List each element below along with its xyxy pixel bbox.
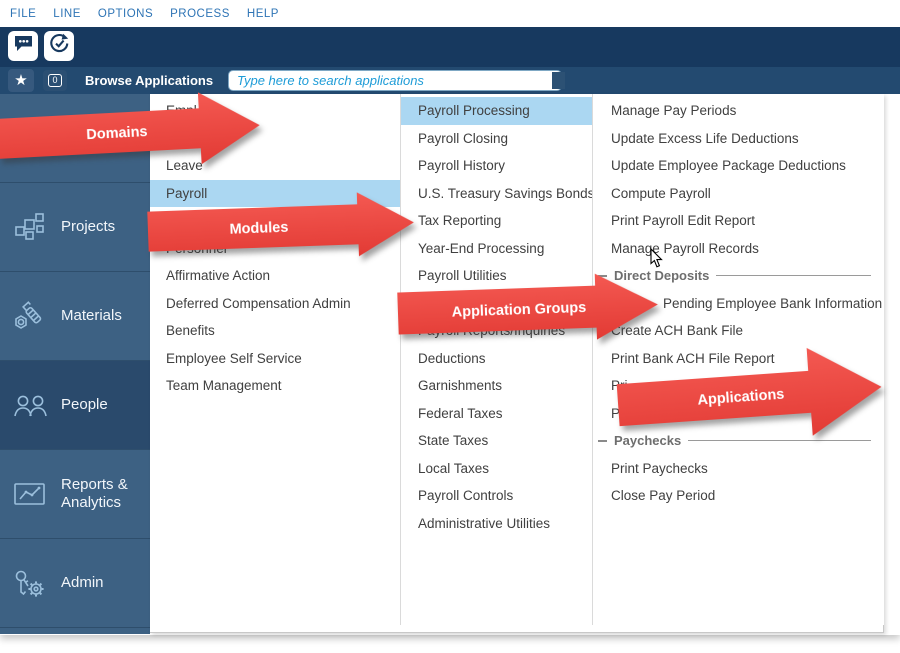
reports-icon [13, 479, 49, 509]
sidebar-item-people[interactable]: People [0, 361, 150, 450]
app-group-item-deductions[interactable]: Deductions [401, 345, 592, 373]
separator-line [716, 275, 871, 276]
calculator-glyph: ×|= [13, 138, 38, 153]
sidebar-item-admin[interactable]: Admin [0, 539, 150, 628]
group-separator-direct-deposits: Direct Deposits [593, 262, 884, 290]
app-group-item-garnishments[interactable]: Garnishments [401, 372, 592, 400]
module-item-empl[interactable]: Empl [150, 97, 400, 125]
app-group-item-administrative-utilities[interactable]: Administrative Utilities [401, 510, 592, 538]
app-group-item-payroll-reports-inquiries[interactable]: Payroll Reports/Inquiries [401, 317, 592, 345]
projects-icon [13, 211, 49, 243]
menu-file[interactable]: FILE [10, 8, 36, 20]
separator-line [688, 440, 871, 441]
application-item-compute-payroll[interactable]: Compute Payroll [593, 180, 884, 208]
module-item-payroll[interactable]: Payroll [150, 180, 400, 208]
browse-menu-panel: Empl LeavePayroll PersonnelAffirmative Act… [150, 94, 884, 633]
menu-process[interactable]: PROCESS [170, 8, 230, 20]
application-item-print-payment-adv[interactable]: Print Payment Adv [593, 400, 884, 428]
application-item-update-excess-life-deductions[interactable]: Update Excess Life Deductions [593, 125, 884, 153]
browse-applications-label: Browse Applications [85, 67, 213, 94]
application-item-create-ach-bank-file[interactable]: Create ACH Bank File [593, 317, 884, 345]
app-group-item-payroll-controls[interactable]: Payroll Controls [401, 482, 592, 510]
people-icon [13, 390, 49, 420]
module-item-leave[interactable]: Leave [150, 152, 400, 180]
modules-column: Empl LeavePayroll PersonnelAffirmative Act… [150, 94, 400, 625]
calculator-icon: ×|= [13, 124, 49, 153]
module-item-hidden [150, 125, 400, 153]
application-item-print-bank-ach-file-report[interactable]: Print Bank ACH File Report [593, 345, 884, 373]
toolbar [0, 27, 900, 67]
menu-options[interactable]: OPTIONS [98, 8, 153, 20]
module-item-deferred-compensation-admin[interactable]: Deferred Compensation Admin [150, 290, 400, 318]
top-menu-bar: FILE LINE OPTIONS PROCESS HELP [0, 0, 900, 27]
module-item-personnel[interactable]: Personnel [150, 235, 400, 263]
app-group-item-state-taxes[interactable]: State Taxes [401, 427, 592, 455]
application-item-manage-payroll-records[interactable]: Manage Payroll Records [593, 235, 884, 263]
sidebar-item-reports-analytics[interactable]: Reports & Analytics [0, 450, 150, 539]
module-item-employee-self-service[interactable]: Employee Self Service [150, 345, 400, 373]
sidebar-item-label: Projects [61, 218, 150, 236]
separator-dash [598, 440, 607, 442]
sidebar-item-label: Reports & Analytics [61, 476, 150, 512]
separator-label: Direct Deposits [614, 268, 709, 283]
separator-label: Paychecks [614, 433, 681, 448]
separator-dash [598, 275, 607, 277]
module-item-benefits[interactable]: Benefits [150, 317, 400, 345]
app-group-item-payroll-history[interactable]: Payroll History [401, 152, 592, 180]
open-tabs-button[interactable]: 0 [43, 70, 67, 91]
sidebar-item-label: Materials [61, 307, 150, 325]
app-group-item-payroll-closing[interactable]: Payroll Closing [401, 125, 592, 153]
sidebar-item-label: Admin [61, 574, 150, 592]
sidebar-item-hidden[interactable]: ×|= [0, 94, 150, 183]
app-group-item-u-s-treasury-savings-bonds[interactable]: U.S. Treasury Savings Bonds [401, 180, 592, 208]
module-item-team-management[interactable]: Team Management [150, 372, 400, 400]
tab-count-badge: 0 [48, 74, 62, 87]
chat-button[interactable] [8, 31, 38, 61]
application-bar: ★ 0 Browse Applications [0, 67, 900, 94]
application-item-update-employee-package-deductions[interactable]: Update Employee Package Deductions [593, 152, 884, 180]
module-item-affirmative-action[interactable]: Affirmative Action [150, 262, 400, 290]
app-group-item-federal-taxes[interactable]: Federal Taxes [401, 400, 592, 428]
application-window: FILE LINE OPTIONS PROCESS HELP ★ 0 Browse Ap… [0, 0, 900, 635]
menu-help[interactable]: HELP [247, 8, 279, 20]
sidebar-item-projects[interactable]: Projects [0, 183, 150, 272]
star-icon: ★ [14, 72, 27, 89]
refresh-check-icon [49, 33, 70, 59]
search-applications-input[interactable] [228, 70, 562, 91]
application-groups-column: Payroll ProcessingPayroll ClosingPayroll… [400, 94, 592, 625]
domain-sidebar: ×|= Projects Materials People Reports & Anal… [0, 94, 150, 634]
applications-column: Manage Pay PeriodsUpdate Excess Life Ded… [592, 94, 884, 625]
sidebar-item-materials[interactable]: Materials [0, 272, 150, 361]
application-item-close-pay-period[interactable]: Close Pay Period [593, 482, 884, 510]
app-group-item-local-taxes[interactable]: Local Taxes [401, 455, 592, 483]
application-item-print-paychecks[interactable]: Print Paychecks [593, 455, 884, 483]
app-group-item-payroll-processing[interactable]: Payroll Processing [401, 97, 592, 125]
app-group-item-tax-reporting[interactable]: Tax Reporting [401, 207, 592, 235]
app-group-item-payroll-utilities[interactable]: Payroll Utilities [401, 262, 592, 290]
app-group-item-hidden [401, 290, 592, 318]
admin-icon [13, 567, 49, 599]
recent-activity-button[interactable] [44, 31, 74, 61]
group-separator-paychecks: Paychecks [593, 427, 884, 455]
chat-bubble-icon [14, 35, 33, 57]
application-item-pending-employee-bank-information[interactable]: Pending Employee Bank Information [593, 290, 884, 318]
application-item-pri[interactable]: Pri [593, 372, 884, 400]
module-item-hidden [150, 207, 400, 235]
app-group-item-year-end-processing[interactable]: Year-End Processing [401, 235, 592, 263]
search-side-button[interactable] [552, 72, 565, 89]
application-item-manage-pay-periods[interactable]: Manage Pay Periods [593, 97, 884, 125]
application-item-print-payroll-edit-report[interactable]: Print Payroll Edit Report [593, 207, 884, 235]
favorites-button[interactable]: ★ [8, 69, 34, 92]
materials-icon [13, 300, 49, 332]
sidebar-item-label: People [61, 396, 150, 414]
menu-line[interactable]: LINE [53, 8, 81, 20]
